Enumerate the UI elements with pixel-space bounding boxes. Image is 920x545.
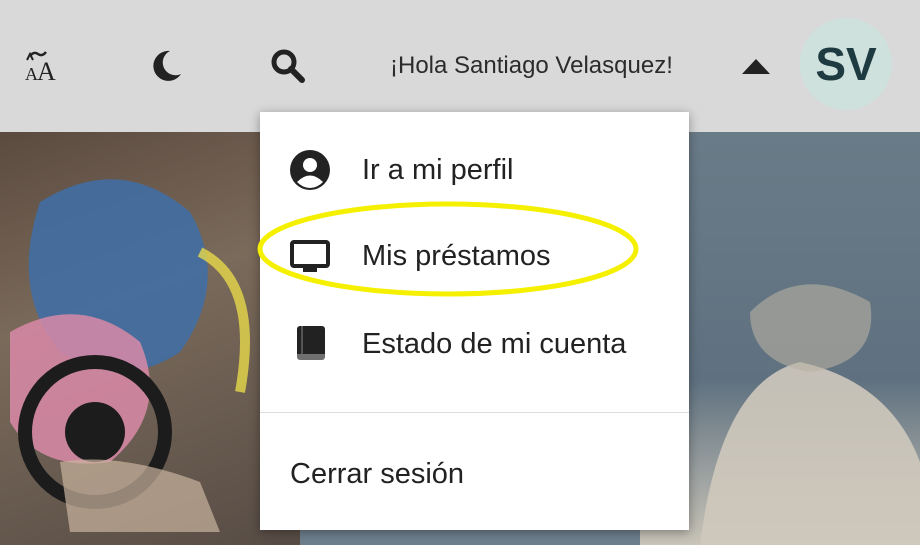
menu-item-label: Ir a mi perfil bbox=[362, 153, 514, 186]
logout-label: Cerrar sesión bbox=[290, 457, 465, 490]
user-dropdown-menu: Ir a mi perfil Mis préstamos Estado de m… bbox=[260, 112, 689, 530]
moon-icon[interactable] bbox=[142, 42, 190, 90]
logout-button[interactable]: Cerrar sesión bbox=[260, 436, 689, 512]
svg-text:A: A bbox=[37, 57, 56, 86]
menu-divider bbox=[260, 412, 689, 413]
book-icon bbox=[288, 322, 332, 366]
monitor-icon bbox=[288, 234, 332, 278]
menu-item-label: Mis préstamos bbox=[362, 239, 551, 272]
account-circle-icon bbox=[288, 148, 332, 192]
search-icon[interactable] bbox=[264, 42, 312, 90]
caret-up-icon[interactable] bbox=[736, 50, 776, 82]
menu-item-loans[interactable]: Mis préstamos bbox=[260, 218, 689, 294]
menu-item-profile[interactable]: Ir a mi perfil bbox=[260, 132, 689, 208]
menu-item-account-status[interactable]: Estado de mi cuenta bbox=[260, 306, 689, 382]
menu-item-label: Estado de mi cuenta bbox=[362, 327, 627, 360]
greeting-text: ¡Hola Santiago Velasquez! bbox=[390, 52, 673, 79]
background-mural bbox=[0, 132, 300, 545]
avatar[interactable]: SV bbox=[800, 18, 892, 110]
page: A A ¡Hola Santiago Velasquez! SV Ir a mi… bbox=[0, 0, 920, 545]
font-size-icon[interactable]: A A bbox=[18, 42, 66, 90]
